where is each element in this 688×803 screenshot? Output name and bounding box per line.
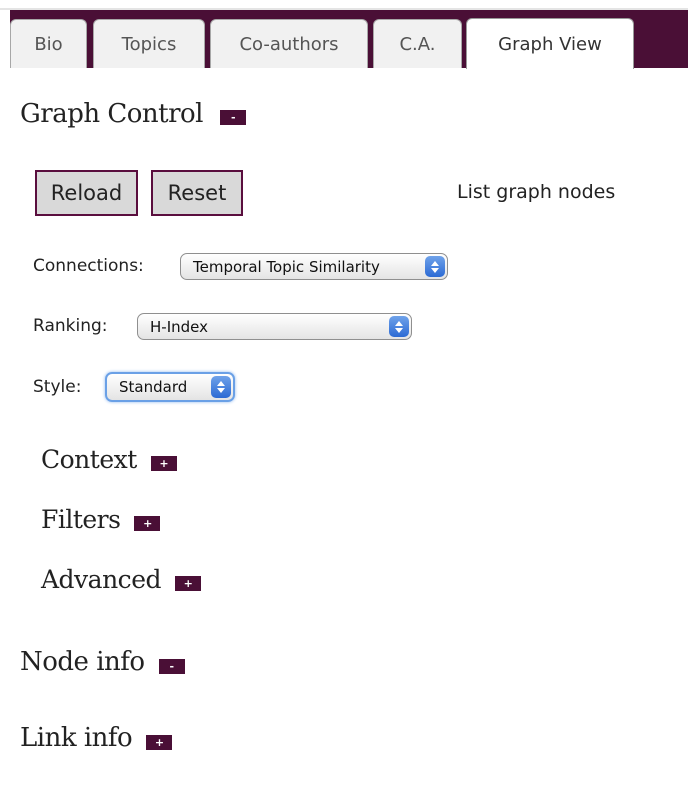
style-select-value: Standard <box>119 378 188 396</box>
ranking-select[interactable]: H-Index <box>137 313 412 340</box>
link-info-title: Link info <box>20 723 133 753</box>
style-select[interactable]: Standard <box>105 372 235 402</box>
context-title: Context <box>41 445 137 474</box>
ranking-label: Ranking: <box>33 316 108 336</box>
advanced-heading: Advanced + <box>41 565 201 594</box>
link-info-heading: Link info + <box>20 723 173 753</box>
node-info-collapse-toggle[interactable]: - <box>158 658 185 674</box>
context-heading: Context + <box>41 445 177 474</box>
advanced-expand-toggle[interactable]: + <box>175 576 201 591</box>
link-info-expand-toggle[interactable]: + <box>146 734 173 750</box>
context-expand-toggle[interactable]: + <box>150 456 177 471</box>
tab-topics[interactable]: Topics <box>93 19 205 68</box>
graph-control-heading: Graph Control - <box>20 99 246 129</box>
reload-button[interactable]: Reload <box>35 170 138 216</box>
select-arrows-icon <box>211 376 231 398</box>
filters-heading: Filters + <box>41 505 161 534</box>
tab-bio[interactable]: Bio <box>10 19 87 68</box>
filters-expand-toggle[interactable]: + <box>134 516 161 531</box>
tab-bar: Bio Topics Co-authors C.A. Graph View <box>10 10 688 69</box>
node-info-title: Node info <box>20 647 145 677</box>
node-info-heading: Node info - <box>20 647 185 677</box>
tab-ca[interactable]: C.A. <box>373 19 462 68</box>
tab-graph-view[interactable]: Graph View <box>466 18 634 69</box>
filters-title: Filters <box>41 505 121 534</box>
connections-select[interactable]: Temporal Topic Similarity <box>180 253 448 280</box>
style-label: Style: <box>33 377 82 397</box>
reset-button[interactable]: Reset <box>151 170 243 216</box>
graph-control-collapse-toggle[interactable]: - <box>220 109 246 125</box>
graph-control-title: Graph Control <box>20 99 204 129</box>
connections-select-value: Temporal Topic Similarity <box>193 257 380 276</box>
advanced-title: Advanced <box>41 565 162 594</box>
connections-label: Connections: <box>33 256 144 276</box>
tab-co-authors[interactable]: Co-authors <box>210 19 368 68</box>
select-arrows-icon <box>425 256 445 277</box>
ranking-select-value: H-Index <box>150 317 208 336</box>
select-arrows-icon <box>389 316 409 337</box>
list-graph-nodes-link[interactable]: List graph nodes <box>457 181 615 203</box>
